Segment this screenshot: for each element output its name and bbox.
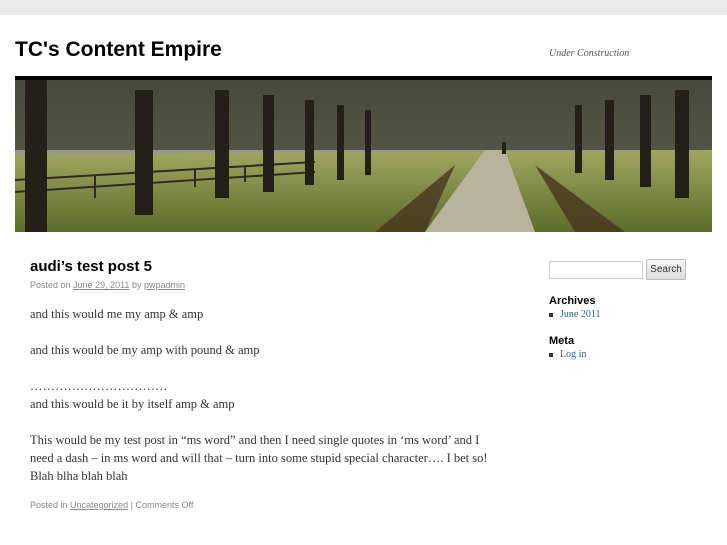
search-button[interactable]: Search xyxy=(646,259,686,280)
page: TC's Content Empire Under Construction a… xyxy=(0,15,727,545)
list-item: Log in xyxy=(549,349,586,360)
meta-list: Log in xyxy=(549,349,586,360)
category-link[interactable]: Uncategorized xyxy=(70,500,128,510)
post-meta: Posted on June 29, 2011 by pwpadmin xyxy=(30,280,185,290)
list-item: June 2011 xyxy=(549,309,600,320)
archive-link-june-2011[interactable]: June 2011 xyxy=(560,309,600,320)
search-input[interactable] xyxy=(549,261,643,279)
separator: | xyxy=(130,500,133,510)
header-image xyxy=(15,76,712,232)
post-paragraph: …………………………… xyxy=(30,379,168,393)
post-title[interactable]: audi’s test post 5 xyxy=(30,258,152,275)
top-strip xyxy=(0,0,727,15)
posted-in-label: Posted in xyxy=(30,500,68,510)
site-description: Under Construction xyxy=(549,48,630,59)
post-paragraph: This would be my test post in “ms word” … xyxy=(30,433,488,483)
comments-status: Comments Off xyxy=(135,500,194,510)
site-title[interactable]: TC's Content Empire xyxy=(15,38,222,62)
post-paragraph: and this would me my amp & amp xyxy=(30,307,204,321)
post-paragraph: and this would be it by itself amp & amp xyxy=(30,397,235,411)
archives-list: June 2011 xyxy=(549,309,600,320)
posted-on-label: Posted on xyxy=(30,280,71,290)
meta-title: Meta xyxy=(549,335,575,347)
archives-title: Archives xyxy=(549,295,596,307)
by-label: by xyxy=(131,280,142,290)
post-date-link[interactable]: June 29, 2011 xyxy=(73,280,129,290)
post-paragraph: and this would be my amp with pound & am… xyxy=(30,343,260,357)
author-link[interactable]: pwpadmin xyxy=(144,280,185,290)
post-content: and this would me my amp & amp and this … xyxy=(30,305,500,503)
post-footer: Posted in Uncategorized | Comments Off xyxy=(30,500,193,510)
login-link[interactable]: Log in xyxy=(560,349,586,360)
